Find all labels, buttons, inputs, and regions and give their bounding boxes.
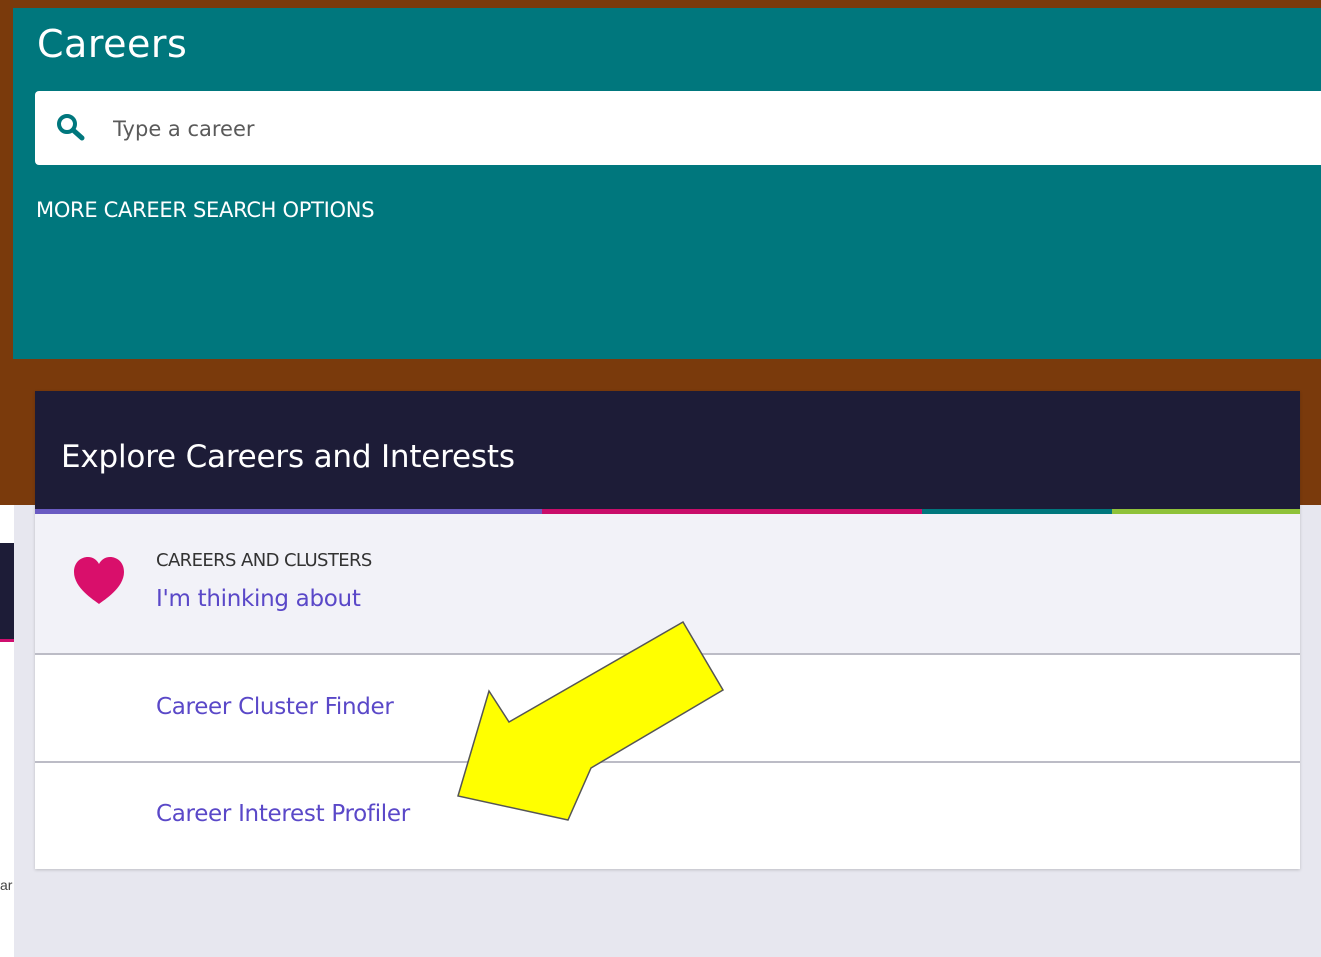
more-career-search-options-link[interactable]: MORE CAREER SEARCH OPTIONS [36, 198, 375, 222]
background-text-fragment: ar [0, 877, 13, 893]
yellow-arrow-annotation [457, 620, 725, 821]
career-search-box[interactable] [35, 91, 1321, 167]
page-title: Careers [37, 22, 188, 66]
background-accent-line [0, 639, 14, 642]
card-header: Explore Careers and Interests [35, 391, 1300, 509]
careers-and-clusters-label: CAREERS AND CLUSTERS [156, 550, 372, 571]
careers-header: Careers MORE CAREER SEARCH OPTIONS [13, 8, 1321, 359]
career-cluster-finder-link[interactable]: Career Cluster Finder [156, 694, 394, 720]
heart-icon [74, 557, 124, 604]
search-icon [57, 114, 85, 141]
background-dark-block [0, 543, 14, 639]
card-title: Explore Careers and Interests [61, 439, 515, 475]
background-window-strip: ar [0, 505, 14, 957]
career-search-input[interactable] [111, 91, 1215, 167]
career-interest-profiler-link[interactable]: Career Interest Profiler [156, 801, 410, 827]
thinking-about-link[interactable]: I'm thinking about [156, 586, 361, 612]
